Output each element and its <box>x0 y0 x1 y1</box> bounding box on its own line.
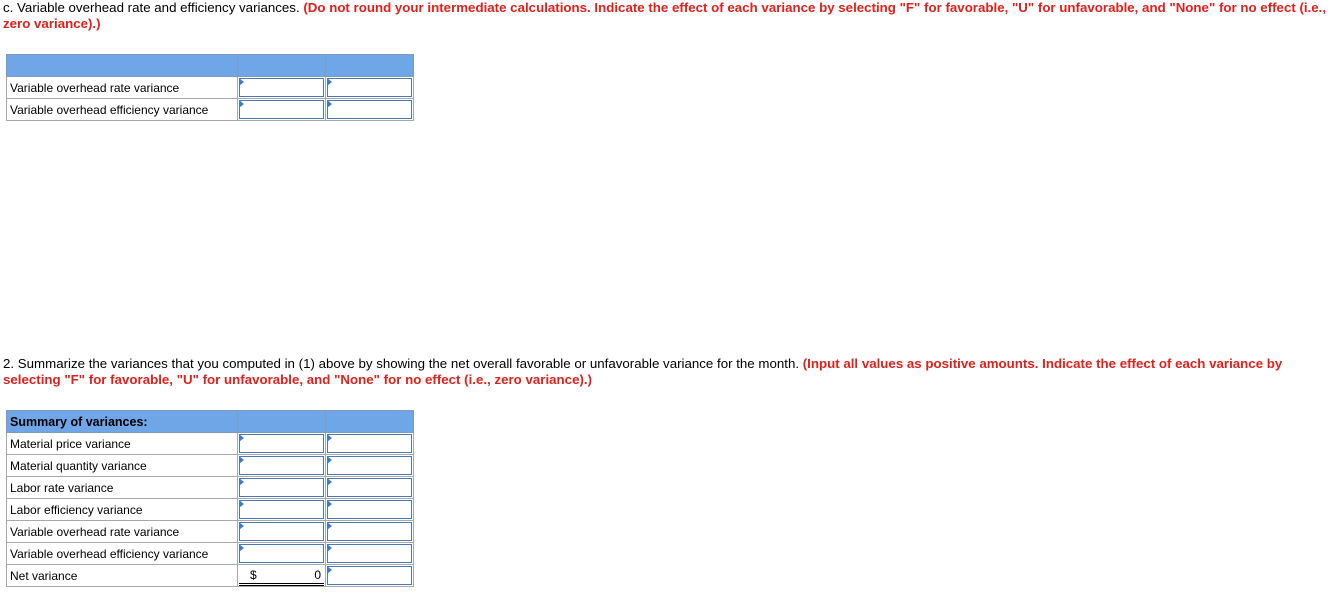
labor-efficiency-effect-select[interactable] <box>325 498 414 521</box>
table-row: Variable overhead rate variance <box>6 76 414 99</box>
row-label: Labor efficiency variance <box>6 498 238 521</box>
table-header-label: Summary of variances: <box>6 410 238 433</box>
net-variance-amount: $0 <box>237 564 326 587</box>
row-label: Variable overhead rate variance <box>6 520 238 543</box>
part-2-instruction-text: 2. Summarize the variances that you comp… <box>3 356 803 371</box>
table-row: Material quantity variance <box>6 454 414 477</box>
input-flag-icon <box>327 434 332 442</box>
part-c-instruction-text: c. Variable overhead rate and efficiency… <box>3 0 304 15</box>
table-header-effect <box>325 410 414 433</box>
input-flag-icon <box>327 478 332 486</box>
row-label: Material price variance <box>6 432 238 455</box>
material-price-amount-input[interactable] <box>237 432 326 455</box>
input-flag-icon <box>239 78 244 86</box>
row-label: Variable overhead rate variance <box>6 76 238 99</box>
table-row: Variable overhead efficiency variance <box>6 542 414 565</box>
labor-rate-amount-input[interactable] <box>237 476 326 499</box>
table-row: Labor rate variance <box>6 476 414 499</box>
material-quantity-effect-select[interactable] <box>325 454 414 477</box>
effect-select-box[interactable] <box>327 100 412 119</box>
variable-overhead-rate-amount-input[interactable] <box>237 76 326 99</box>
part-c-variance-table: Variable overhead rate variance Variable… <box>6 54 414 121</box>
material-price-effect-select[interactable] <box>325 432 414 455</box>
table-header-row: Summary of variances: <box>6 410 414 433</box>
variable-overhead-efficiency-amount-input[interactable] <box>237 542 326 565</box>
effect-select-box[interactable] <box>327 500 412 519</box>
input-flag-icon <box>239 434 244 442</box>
table-header-amount <box>237 54 326 77</box>
amount-input-box[interactable] <box>239 434 324 453</box>
effect-select-box[interactable] <box>327 478 412 497</box>
table-header-amount <box>237 410 326 433</box>
input-flag-icon <box>327 78 332 86</box>
net-variance-value: 0 <box>314 568 321 582</box>
material-quantity-amount-input[interactable] <box>237 454 326 477</box>
effect-select-box[interactable] <box>327 456 412 475</box>
table-header-label <box>6 54 238 77</box>
input-flag-icon <box>327 500 332 508</box>
input-flag-icon <box>239 100 244 108</box>
currency-symbol: $ <box>250 568 257 582</box>
row-label: Material quantity variance <box>6 454 238 477</box>
amount-input-box[interactable] <box>239 544 324 563</box>
effect-select-box[interactable] <box>327 566 412 585</box>
row-label: Labor rate variance <box>6 476 238 499</box>
table-row: Variable overhead efficiency variance <box>6 98 414 121</box>
effect-select-box[interactable] <box>327 522 412 541</box>
effect-select-box[interactable] <box>327 78 412 97</box>
amount-input-box[interactable] <box>239 478 324 497</box>
labor-rate-effect-select[interactable] <box>325 476 414 499</box>
table-header-effect <box>325 54 414 77</box>
input-flag-icon <box>239 456 244 464</box>
variable-overhead-rate-effect-select[interactable] <box>325 520 414 543</box>
amount-input-box[interactable] <box>239 522 324 541</box>
input-flag-icon <box>239 544 244 552</box>
input-flag-icon <box>327 522 332 530</box>
amount-input-box[interactable] <box>239 100 324 119</box>
effect-select-box[interactable] <box>327 544 412 563</box>
net-variance-row: Net variance $0 <box>6 564 414 587</box>
input-flag-icon <box>327 566 332 574</box>
input-flag-icon <box>239 478 244 486</box>
variable-overhead-rate-amount-input[interactable] <box>237 520 326 543</box>
labor-efficiency-amount-input[interactable] <box>237 498 326 521</box>
row-label: Variable overhead efficiency variance <box>6 542 238 565</box>
net-variance-effect-select[interactable] <box>325 564 414 587</box>
row-label: Variable overhead efficiency variance <box>6 98 238 121</box>
part-2-instructions: 2. Summarize the variances that you comp… <box>3 356 1331 388</box>
input-flag-icon <box>239 522 244 530</box>
variable-overhead-rate-effect-select[interactable] <box>325 76 414 99</box>
amount-input-box[interactable] <box>239 456 324 475</box>
amount-input-box[interactable] <box>239 500 324 519</box>
amount-input-box[interactable] <box>239 78 324 97</box>
variable-overhead-efficiency-amount-input[interactable] <box>237 98 326 121</box>
effect-select-box[interactable] <box>327 434 412 453</box>
input-flag-icon <box>327 544 332 552</box>
input-flag-icon <box>327 100 332 108</box>
row-label: Net variance <box>6 564 238 587</box>
part-c-instructions: c. Variable overhead rate and efficiency… <box>3 0 1331 32</box>
input-flag-icon <box>239 500 244 508</box>
summary-of-variances-table: Summary of variances: Material price var… <box>6 410 414 587</box>
table-row: Variable overhead rate variance <box>6 520 414 543</box>
table-row: Labor efficiency variance <box>6 498 414 521</box>
variable-overhead-efficiency-effect-select[interactable] <box>325 98 414 121</box>
variable-overhead-efficiency-effect-select[interactable] <box>325 542 414 565</box>
table-header-row <box>6 54 414 77</box>
table-row: Material price variance <box>6 432 414 455</box>
input-flag-icon <box>327 456 332 464</box>
